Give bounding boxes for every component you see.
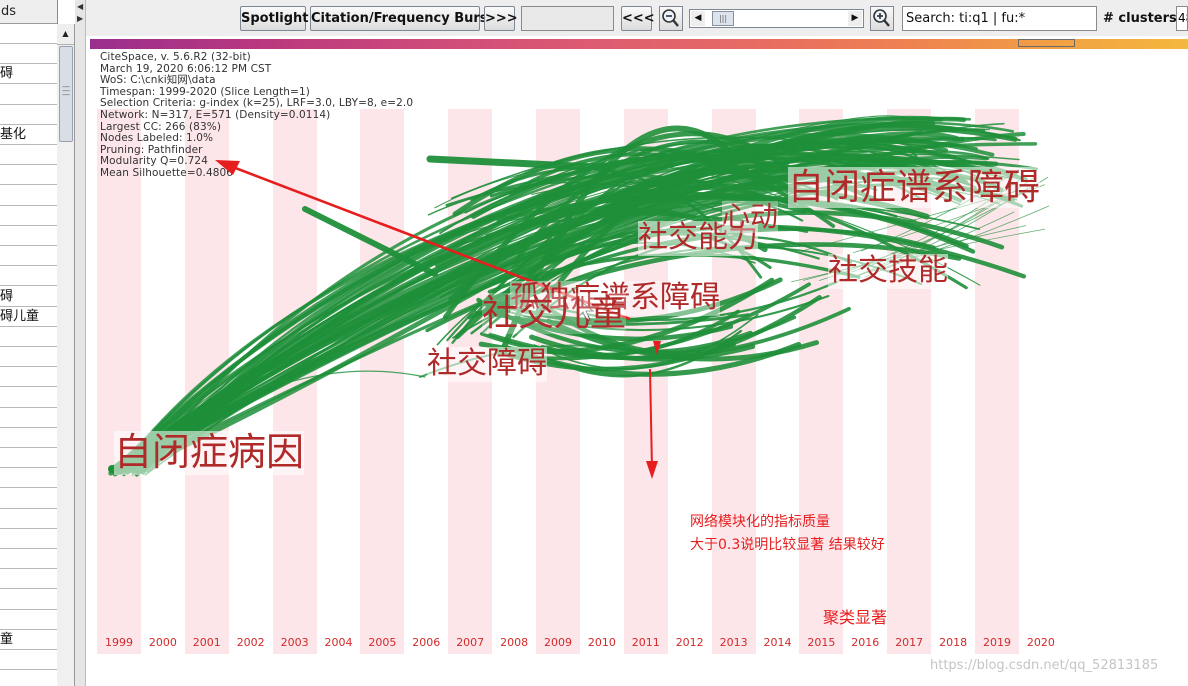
list-item[interactable] (0, 226, 57, 246)
left-panel-scrollbar[interactable]: ▲ — — — (57, 24, 75, 686)
co-citation-network[interactable] (90, 49, 1188, 686)
zoom-out-button[interactable] (659, 6, 683, 31)
watermark: https://blog.csdn.net/qq_52813185 (930, 658, 1159, 673)
cluster-label-social-disorder[interactable]: 社交障碍 (427, 346, 547, 382)
back-button[interactable]: <<< (621, 6, 655, 31)
list-item[interactable] (0, 408, 57, 428)
list-item[interactable]: 碍儿童 (0, 307, 57, 327)
list-item[interactable]: 基化 (0, 125, 57, 145)
silhouette-arrowhead-icon (646, 461, 658, 479)
year-label: 2008 (500, 636, 529, 649)
left-panel-header[interactable]: ds (0, 0, 57, 24)
year-label: 2019 (983, 636, 1011, 649)
list-item[interactable] (0, 569, 57, 590)
year-label: 2017 (895, 636, 924, 649)
zoom-in-icon (873, 9, 890, 27)
annotation-threshold: 大于0.3说明比较显著 结果较好 (690, 537, 885, 553)
year-label: 2007 (456, 636, 485, 649)
annotation-cluster-significant: 聚类显著 (823, 608, 888, 627)
list-item[interactable] (0, 105, 57, 125)
list-item[interactable] (0, 509, 57, 529)
left-results-panel: ds 碍基化碍碍儿童童 (0, 0, 58, 686)
cluster-label-social-skills[interactable]: 社交技能 (828, 253, 948, 289)
search-input[interactable] (902, 6, 1097, 31)
list-item[interactable] (0, 468, 57, 489)
cluster-label-social-child[interactable]: 社交儿童 (482, 293, 627, 335)
list-item[interactable] (0, 610, 57, 630)
grip-icon: — — — (62, 82, 70, 99)
list-item[interactable] (0, 246, 57, 267)
year-label: 2009 (544, 636, 572, 649)
cluster-label-autism-cause[interactable]: 自闭症病因 (114, 430, 305, 475)
year-label: 2020 (1026, 636, 1055, 649)
year-label: 2016 (851, 636, 880, 649)
list-item[interactable] (0, 549, 57, 570)
list-item[interactable] (0, 145, 57, 166)
year-label: 2001 (192, 636, 221, 649)
year-label: 2010 (587, 636, 616, 649)
year-label: 2014 (763, 636, 792, 649)
year-label: 2011 (631, 636, 660, 649)
year-label: 2004 (324, 636, 353, 649)
panel-splitter[interactable]: ◀ ▶ (75, 0, 86, 686)
silhouette-arrow (649, 368, 653, 470)
time-slice-field[interactable] (521, 6, 614, 31)
timeline-range-marker[interactable] (1018, 39, 1075, 47)
citation-burst-button[interactable]: Citation/Frequency Burst (310, 6, 494, 31)
list-item[interactable] (0, 367, 57, 388)
modularity-arrowhead-icon (215, 160, 240, 175)
list-item[interactable] (0, 165, 57, 186)
year-label: 2005 (368, 636, 397, 649)
year-label: 2006 (412, 636, 441, 649)
list-item[interactable] (0, 266, 57, 287)
zoom-in-button[interactable] (870, 6, 894, 31)
list-item[interactable] (0, 670, 57, 686)
year-label: 2002 (236, 636, 265, 649)
year-label: 2000 (148, 636, 177, 649)
list-item[interactable] (0, 529, 57, 549)
list-item[interactable] (0, 590, 57, 610)
list-item[interactable] (0, 24, 57, 44)
list-item[interactable] (0, 650, 57, 671)
year-label: 2003 (280, 636, 309, 649)
slider-right-arrow-icon[interactable]: ▶ (848, 11, 862, 26)
list-item[interactable] (0, 327, 57, 347)
scroll-up-arrow-icon[interactable]: ▲ (57, 24, 74, 45)
scroll-thumb[interactable]: — — — (59, 46, 73, 142)
cluster-label-autism-spectrum[interactable]: 自闭症谱系障碍 (788, 167, 1041, 209)
list-item[interactable]: 碍 (0, 64, 57, 85)
list-item[interactable] (0, 186, 57, 206)
network-canvas[interactable]: CiteSpace, v. 5.6.R2 (32-bit) March 19, … (90, 49, 1188, 686)
clusters-label: # clusters (1103, 11, 1177, 26)
list-item[interactable] (0, 206, 57, 226)
cluster-label-motivation[interactable]: 心动 (722, 200, 779, 234)
split-left-arrow-icon[interactable]: ◀ (77, 2, 83, 11)
year-label: 2012 (675, 636, 704, 649)
year-label: 2018 (939, 636, 968, 649)
year-label: 1999 (105, 636, 133, 649)
toolbar: Spotlight Citation/Frequency Burst >>> <… (86, 0, 1188, 36)
annotation-modularity-quality: 网络模块化的指标质量 (690, 514, 830, 530)
split-right-arrow-icon[interactable]: ▶ (77, 14, 83, 23)
timeline-color-bar[interactable] (90, 39, 1188, 49)
spotlight-button[interactable]: Spotlight (240, 6, 309, 31)
list-item[interactable] (0, 388, 57, 408)
list-item[interactable] (0, 428, 57, 448)
list-item[interactable]: 童 (0, 630, 57, 650)
list-item[interactable] (0, 85, 57, 105)
year-label: 2015 (807, 636, 836, 649)
list-item[interactable] (0, 448, 57, 469)
zoom-out-icon (662, 9, 679, 27)
slider-thumb[interactable]: ||| (712, 11, 734, 26)
clusters-count-field[interactable]: 48 (1176, 6, 1188, 31)
list-item[interactable] (0, 44, 57, 65)
slider-left-arrow-icon[interactable]: ◀ (691, 11, 705, 26)
forward-button[interactable]: >>> (484, 6, 518, 31)
list-item[interactable]: 碍 (0, 287, 57, 307)
list-item[interactable] (0, 489, 57, 509)
list-item[interactable] (0, 347, 57, 368)
year-label: 2013 (719, 636, 748, 649)
zoom-slider[interactable]: ◀ ||| ▶ (689, 9, 864, 28)
